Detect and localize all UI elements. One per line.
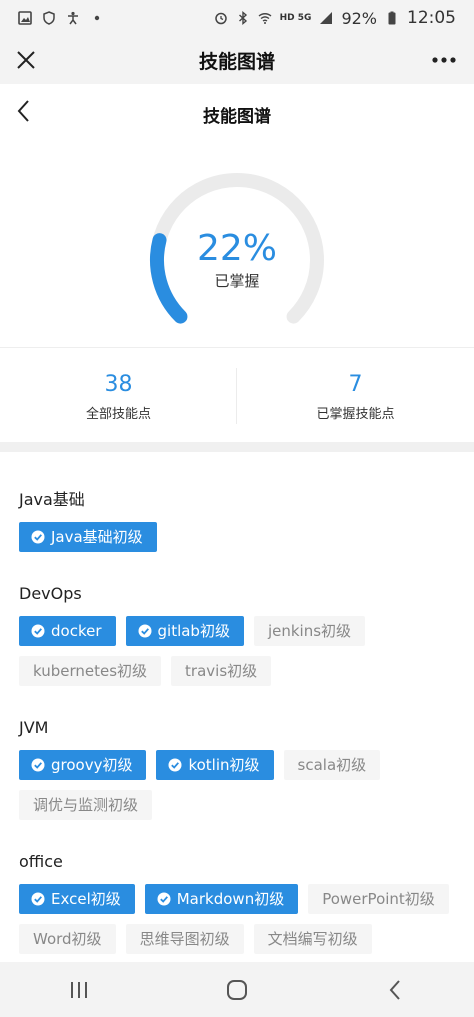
skill-tag[interactable]: 思维导图初级 [125, 924, 244, 954]
skill-tag-list: Java基础初级 [19, 522, 462, 562]
skill-tag[interactable]: kubernetes初级 [19, 656, 162, 686]
check-circle-icon [31, 624, 45, 638]
mastery-progress-ring: 22% 已掌握 [137, 160, 337, 360]
skill-tag[interactable]: Word初级 [19, 924, 116, 954]
network-type: HD 5G [279, 13, 312, 23]
skill-tag-label: kotlin初级 [188, 756, 260, 774]
check-circle-icon [168, 758, 182, 772]
skill-tag[interactable]: travis初级 [171, 656, 272, 686]
accessibility-icon [68, 11, 78, 25]
stat-total-label: 全部技能点 [85, 407, 151, 422]
clock: 12:05 [407, 8, 456, 28]
status-icons-left [18, 11, 104, 25]
section-title: Java基础 [19, 490, 85, 509]
skill-tag-list: docker gitlab初级 jenkins初级 kubernetes初级 travi… [19, 616, 462, 696]
stat-total: 38 全部技能点 [0, 362, 237, 432]
section-title: office [19, 852, 63, 871]
signal-icon [320, 12, 333, 24]
check-circle-icon [31, 530, 45, 544]
skill-tag-mastered[interactable]: groovy初级 [19, 750, 147, 780]
skill-tag-mastered[interactable]: gitlab初级 [125, 616, 244, 646]
section-title: DevOps [19, 584, 82, 603]
skill-tag-mastered[interactable]: docker [19, 616, 116, 646]
skill-stats: 38 全部技能点 7 已掌握技能点 [0, 362, 474, 432]
status-icons-right: HD 5G 92% 12:05 [214, 8, 456, 28]
alarm-icon [214, 12, 227, 25]
stats-separator [236, 368, 237, 424]
system-back-icon [389, 979, 400, 1000]
skill-section: DevOps docker gitlab初级 jenkins初级 kubernetes初… [19, 582, 462, 696]
stat-mastered-value: 7 [348, 372, 363, 397]
recent-apps-button[interactable] [59, 975, 99, 1005]
page-title: 技能图谱 [203, 106, 271, 127]
close-icon[interactable] [10, 44, 42, 76]
nav-title: 技能图谱 [198, 50, 275, 73]
skill-tag-label: docker [51, 622, 102, 640]
check-circle-icon [31, 758, 45, 772]
progress-percent: 22% [196, 227, 277, 269]
progress-label: 已掌握 [214, 272, 260, 291]
mini-program-nav-bar: 技能图谱 [0, 36, 474, 84]
battery-percent: 92% [341, 8, 377, 28]
skill-tag-label: groovy初级 [51, 756, 133, 774]
shield-icon [43, 11, 55, 25]
home-button[interactable] [217, 975, 257, 1005]
section-divider [0, 442, 474, 452]
skill-section: Java基础 Java基础初级 [19, 488, 462, 562]
skill-tag-label: gitlab初级 [157, 622, 230, 640]
check-circle-icon [31, 892, 45, 906]
skill-tag-label: Java基础初级 [51, 528, 143, 546]
skill-tag-mastered[interactable]: Java基础初级 [19, 522, 157, 552]
dot-icon [94, 15, 100, 21]
home-icon [227, 979, 247, 1000]
page-header: 技能图谱 [0, 88, 474, 140]
skill-tag-label: PowerPoint初级 [322, 890, 435, 908]
status-bar: HD 5G 92% 12:05 [0, 0, 474, 36]
skill-tag-mastered[interactable]: kotlin初级 [156, 750, 274, 780]
bluetooth-icon [238, 11, 247, 25]
skill-tag-label: Markdown初级 [176, 890, 285, 908]
skill-tag-label: 调优与监测初级 [33, 796, 139, 814]
skill-tag-list: Excel初级 Markdown初级 PowerPoint初级 Word初级 思维导图初… [19, 884, 462, 964]
skill-tag-label: kubernetes初级 [33, 662, 148, 680]
more-options-icon[interactable] [426, 44, 462, 76]
stat-total-value: 38 [104, 372, 133, 397]
back-icon[interactable] [10, 94, 38, 130]
skill-tag-label: jenkins初级 [267, 622, 352, 640]
check-circle-icon [157, 892, 171, 906]
stat-mastered: 7 已掌握技能点 [237, 362, 474, 432]
system-back-button[interactable] [375, 975, 415, 1005]
skill-tag[interactable]: PowerPoint初级 [308, 884, 449, 914]
gallery-icon [18, 11, 32, 25]
skill-tag-label: Word初级 [33, 930, 102, 948]
section-title: JVM [19, 718, 49, 737]
skill-tag[interactable]: 调优与监测初级 [19, 790, 153, 820]
skill-tag-list: groovy初级 kotlin初级 scala初级调优与监测初级 [19, 750, 462, 830]
skill-tag[interactable]: jenkins初级 [253, 616, 366, 646]
skill-tag[interactable]: scala初级 [283, 750, 381, 780]
battery-icon [388, 11, 396, 25]
skill-section: JVM groovy初级 kotlin初级 scala初级调优与监测初级 [19, 716, 462, 830]
skill-tag-mastered[interactable]: Excel初级 [19, 884, 135, 914]
skill-tag[interactable]: 文档编写初级 [253, 924, 372, 954]
skill-tag-label: Excel初级 [51, 890, 121, 908]
check-circle-icon [138, 624, 151, 638]
stat-mastered-label: 已掌握技能点 [316, 407, 395, 422]
wifi-icon [258, 13, 272, 24]
skill-section: office Excel初级 Markdown初级 PowerPoint初级 Word初… [19, 850, 462, 964]
recent-apps-icon [71, 981, 87, 998]
skill-tag-label: 文档编写初级 [267, 930, 358, 948]
skill-tag-label: 思维导图初级 [139, 930, 230, 948]
skill-tag-label: travis初级 [185, 662, 258, 680]
skill-sections: Java基础 Java基础初级 DevOps docker gitlab初级 jenkin… [0, 488, 474, 984]
system-nav-bar [0, 962, 474, 1017]
skill-tag-mastered[interactable]: Markdown初级 [144, 884, 299, 914]
divider [0, 347, 474, 348]
skill-tag-label: scala初级 [297, 756, 367, 774]
